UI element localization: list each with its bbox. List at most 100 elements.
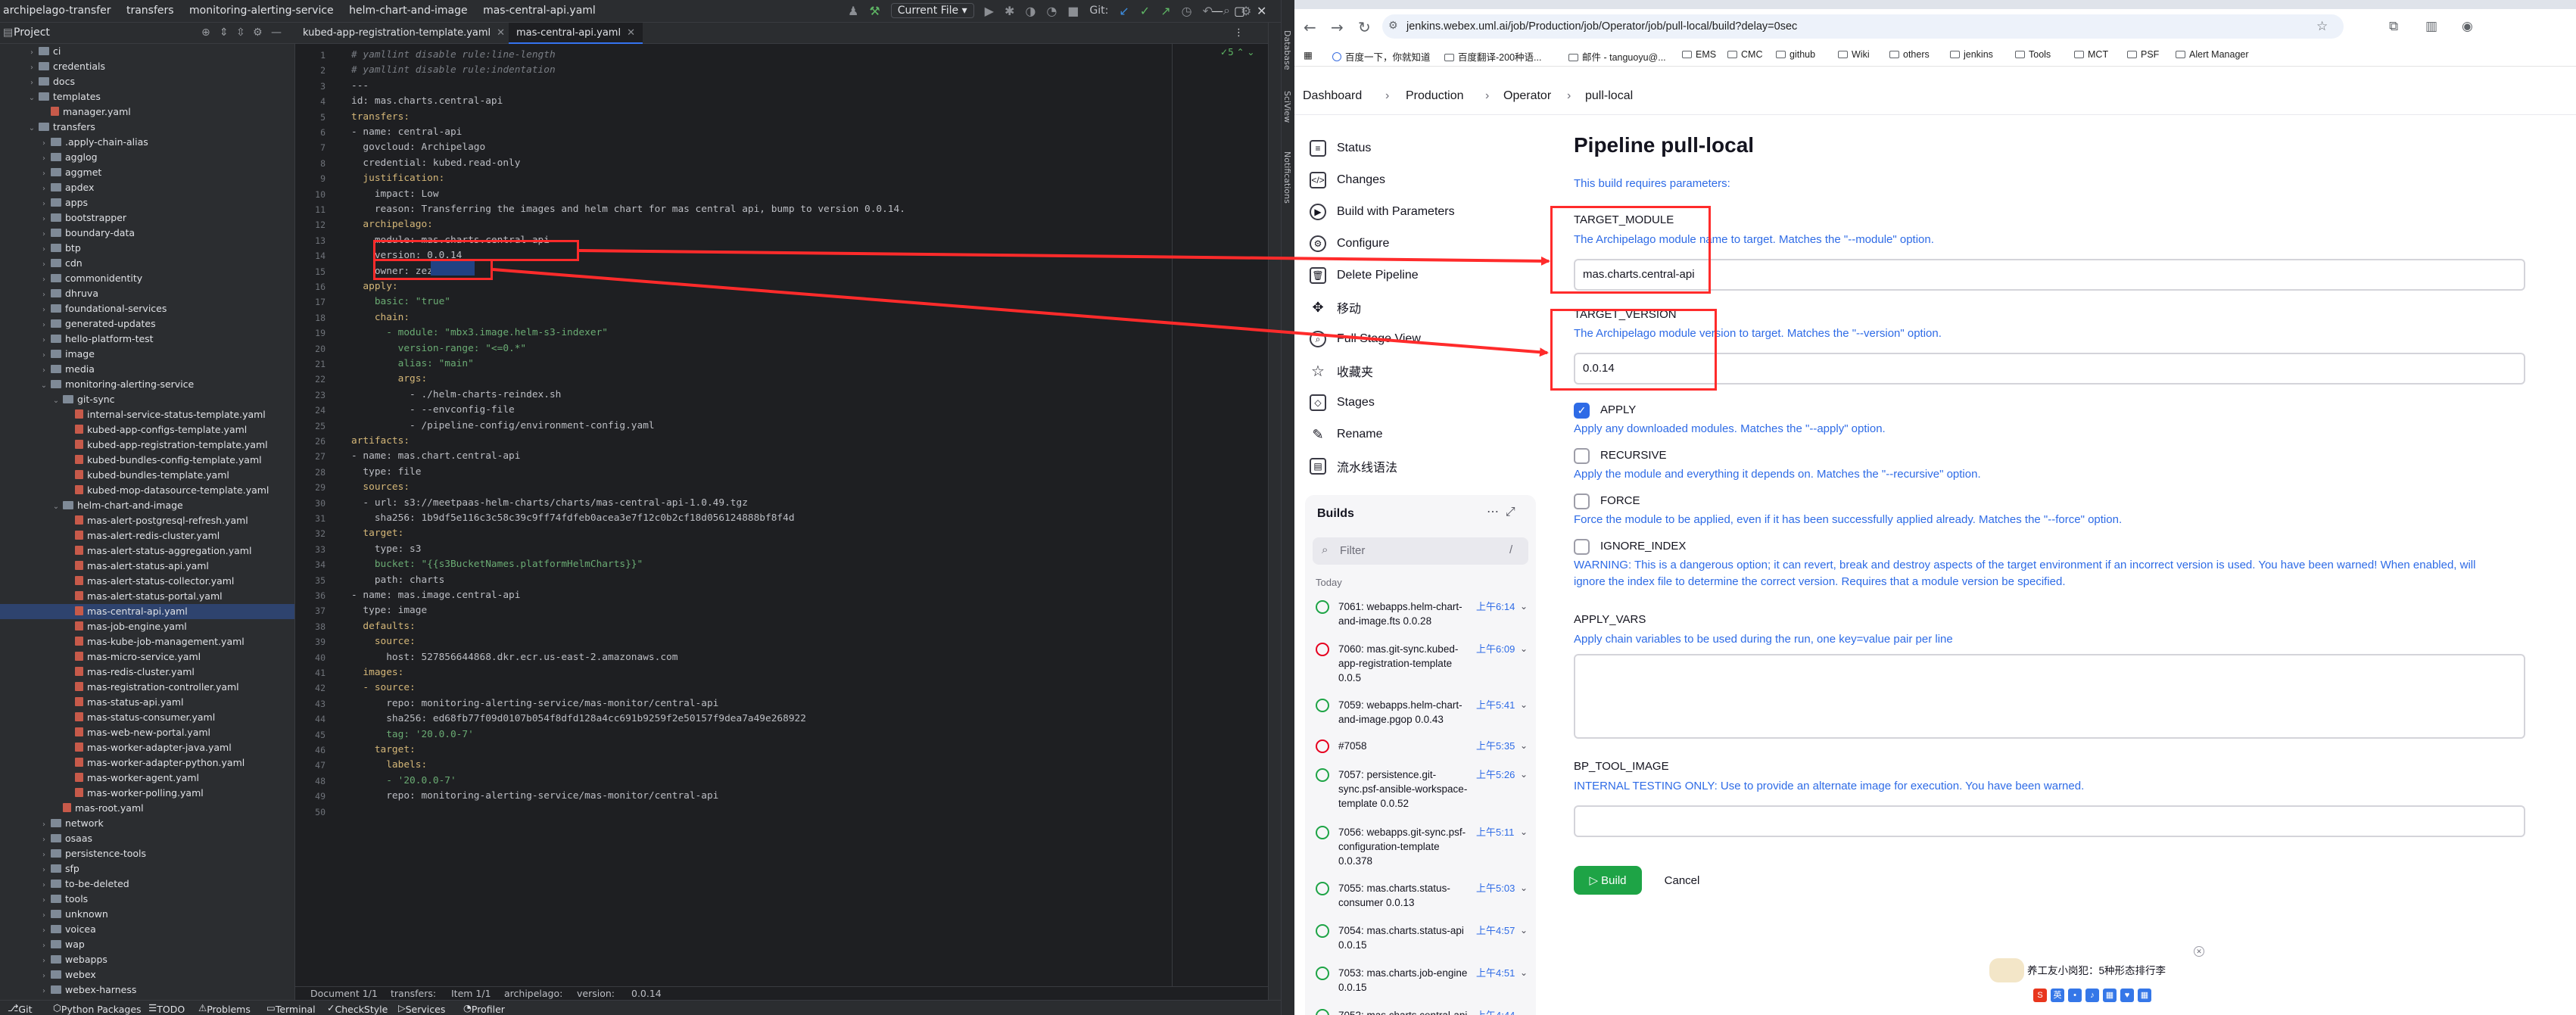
tree-folder[interactable]: › voicea: [0, 922, 294, 937]
code-line[interactable]: justification:: [351, 170, 444, 187]
code-line[interactable]: reason: Transferring the images and helm…: [351, 201, 905, 218]
bookmark-github[interactable]: github: [1776, 49, 1815, 60]
stop-icon[interactable]: ■: [1067, 4, 1079, 18]
builds-actions[interactable]: ⋯ ⤢: [1487, 504, 1515, 519]
tree-expand-icon[interactable]: ›: [39, 212, 48, 227]
tree-folder[interactable]: ⌄ templates: [0, 89, 294, 104]
build-name[interactable]: 7056: webapps.git-sync.psf-configuration…: [1338, 825, 1473, 868]
crumb-production[interactable]: Production: [1406, 89, 1464, 103]
tree-folder[interactable]: › cdn: [0, 256, 294, 271]
tree-file[interactable]: mas-worker-adapter-java.yaml: [0, 740, 294, 755]
database-tool[interactable]: Database: [1282, 30, 1292, 70]
code-line[interactable]: labels:: [351, 757, 427, 774]
sidebar-item-delete-pipeline[interactable]: 🗑 Delete Pipeline: [1310, 260, 1419, 291]
code-line[interactable]: - name: mas.chart.central-api: [351, 448, 520, 465]
status-transfers[interactable]: transfers:: [391, 988, 436, 999]
tree-folder[interactable]: › osaas: [0, 831, 294, 846]
tree-folder[interactable]: › media: [0, 362, 294, 377]
code-line[interactable]: apply:: [351, 279, 397, 295]
inspection-widget[interactable]: ✓5 ⌃ ⌄: [1220, 47, 1254, 58]
tree-file[interactable]: mas-worker-adapter-python.yaml: [0, 755, 294, 771]
tree-folder[interactable]: ⌄ helm-chart-and-image: [0, 498, 294, 513]
code-line[interactable]: - source:: [351, 680, 415, 696]
tree-folder[interactable]: › persistence-tools: [0, 846, 294, 861]
code-line[interactable]: chain:: [351, 310, 410, 326]
tree-expand-icon[interactable]: ›: [39, 817, 48, 833]
tree-expand-icon[interactable]: ›: [39, 833, 48, 848]
tree-folder[interactable]: › credentials: [0, 59, 294, 74]
forward-icon[interactable]: →: [1331, 18, 1344, 36]
bookmark-cmc[interactable]: CMC: [1727, 49, 1762, 60]
ignore-index-checkbox[interactable]: [1574, 539, 1590, 555]
tree-file[interactable]: mas-worker-agent.yaml: [0, 771, 294, 786]
tree-expand-icon[interactable]: ›: [39, 227, 48, 242]
code-line[interactable]: artifacts:: [351, 433, 410, 450]
tree-folder[interactable]: › commonidentity: [0, 271, 294, 286]
tree-file[interactable]: mas-redis-cluster.yaml: [0, 665, 294, 680]
code-line[interactable]: basic: "true": [351, 294, 450, 310]
options-icon[interactable]: ⚙: [253, 26, 263, 39]
code-line[interactable]: # yamllint disable rule:line-length: [351, 47, 556, 64]
tree-folder[interactable]: › network: [0, 816, 294, 831]
code-line[interactable]: credential: kubed.read-only: [351, 155, 520, 172]
code-line[interactable]: tag: '20.0.0-7': [351, 727, 474, 743]
sidebar-item-configure[interactable]: ⚙ Configure: [1310, 229, 1389, 259]
bookmark-alert-manager[interactable]: Alert Manager: [2176, 49, 2249, 60]
build-name[interactable]: 7053: mas.charts.job-engine 0.0.15: [1338, 966, 1473, 995]
chevron-down-icon[interactable]: ⌄: [1520, 599, 1528, 614]
sidebar-item-build-with-parameters[interactable]: ▶ Build with Parameters: [1310, 197, 1455, 227]
run-icon[interactable]: ▶: [985, 4, 994, 18]
tree-expand-icon[interactable]: ›: [27, 45, 36, 61]
chevron-down-icon[interactable]: ⌄: [1520, 698, 1528, 712]
build-name[interactable]: 7052: mas.charts.central-api: [1338, 1008, 1473, 1015]
tree-expand-icon[interactable]: ›: [39, 363, 48, 378]
crumb-file[interactable]: mas-central-api.yaml: [483, 5, 596, 17]
tree-expand-icon[interactable]: ›: [39, 303, 48, 318]
bookmark-tools[interactable]: Tools: [2015, 49, 2051, 60]
tree-expand-icon[interactable]: ⌄: [27, 91, 36, 106]
status-item[interactable]: Item 1/1: [451, 988, 491, 999]
tree-folder[interactable]: › .apply-chain-alias: [0, 135, 294, 150]
code-line[interactable]: source:: [351, 634, 416, 650]
build-name[interactable]: #7058: [1338, 739, 1473, 753]
tree-folder[interactable]: › webex: [0, 967, 294, 982]
code-line[interactable]: impact: Low: [351, 186, 439, 203]
tree-expand-icon[interactable]: ›: [39, 318, 48, 333]
todo-tool[interactable]: ☰ TODO: [148, 1002, 185, 1015]
tree-file[interactable]: mas-alert-status-aggregation.yaml: [0, 543, 294, 559]
hide-icon[interactable]: —: [271, 26, 282, 39]
code-line[interactable]: sha256: 1b9df5e116c3c58c39c9ff74fdfeb0ac…: [351, 510, 795, 527]
tree-file[interactable]: mas-alert-status-api.yaml: [0, 559, 294, 574]
tree-file[interactable]: internal-service-status-template.yaml: [0, 407, 294, 422]
tree-folder[interactable]: › image: [0, 347, 294, 362]
tree-folder[interactable]: › apps: [0, 195, 294, 210]
chevron-down-icon[interactable]: ⌄: [1520, 923, 1528, 938]
ime-tool-icon[interactable]: S: [2033, 989, 2047, 1002]
project-label[interactable]: Project: [14, 26, 50, 39]
tree-expand-icon[interactable]: ›: [39, 257, 48, 272]
profile-avatar-icon[interactable]: ◉: [2462, 19, 2473, 34]
tree-expand-icon[interactable]: ›: [39, 197, 48, 212]
code-line[interactable]: bucket: "{{s3BucketNames.platformHelmCha…: [351, 556, 643, 573]
back-icon[interactable]: ←: [1304, 18, 1316, 36]
tree-file[interactable]: mas-central-api.yaml: [0, 604, 294, 619]
tree-file[interactable]: mas-kube-job-management.yaml: [0, 634, 294, 649]
crumb-mas[interactable]: monitoring-alerting-service: [189, 5, 334, 17]
chevron-down-icon[interactable]: ⌄: [1520, 642, 1528, 656]
builds-filter-input[interactable]: ⌕ Filter /: [1313, 537, 1528, 565]
sidebar-item-favorites[interactable]: ☆ 收藏夹: [1310, 356, 1373, 386]
build-name[interactable]: 7060: mas.git-sync.kubed-app-registratio…: [1338, 642, 1473, 685]
force-checkbox[interactable]: [1574, 493, 1590, 509]
tree-folder[interactable]: › wap: [0, 937, 294, 952]
user-icon[interactable]: ♟: [848, 4, 858, 18]
tree-expand-icon[interactable]: ›: [39, 348, 48, 363]
bookmark-star-icon[interactable]: ☆: [2316, 19, 2328, 34]
code-line[interactable]: type: image: [351, 602, 427, 619]
tree-file[interactable]: mas-alert-status-collector.yaml: [0, 574, 294, 589]
tree-expand-icon[interactable]: ›: [39, 167, 48, 182]
tree-file[interactable]: mas-registration-controller.yaml: [0, 680, 294, 695]
target-module-input[interactable]: mas.charts.central-api: [1574, 259, 2525, 291]
code-line[interactable]: target:: [351, 525, 403, 542]
apps-icon[interactable]: ▦: [1304, 49, 1313, 61]
profiler-tool[interactable]: ◔ Profiler: [463, 1002, 505, 1015]
